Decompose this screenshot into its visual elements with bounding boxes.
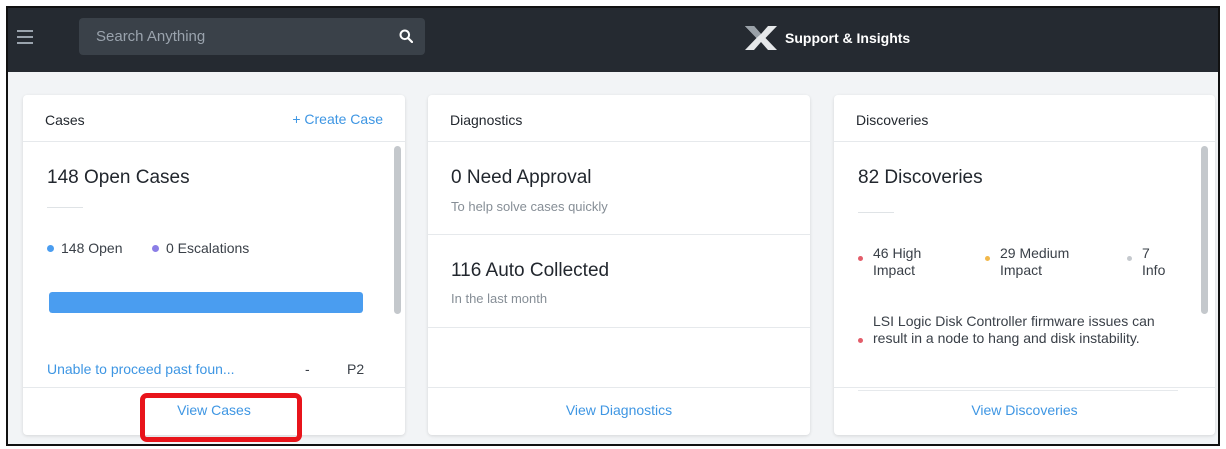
diagnostics-card-title: Diagnostics — [450, 112, 523, 128]
discoveries-card: Discoveries 82 Discoveries 46 High Impac… — [834, 95, 1215, 435]
diagnostics-card-footer: View Diagnostics — [428, 387, 810, 435]
info-legend: 7 Info — [1127, 245, 1165, 279]
app-window: Support & Insights Cases + Create Case 1… — [6, 6, 1220, 446]
cases-card: Cases + Create Case 148 Open Cases 148 O… — [23, 95, 405, 435]
headline-divider — [858, 212, 894, 213]
hamburger-menu-icon[interactable] — [17, 30, 33, 44]
escalations-dot-icon — [152, 244, 159, 252]
brand: Support & Insights — [745, 25, 910, 51]
case-priority: P2 — [347, 361, 365, 377]
search-box[interactable] — [79, 18, 425, 55]
section-divider — [428, 327, 810, 328]
open-legend: 148 Open — [47, 240, 123, 256]
issue-severity-dot-icon — [858, 338, 863, 343]
escalations-count-label: 0 Escalations — [166, 240, 250, 256]
headline-divider — [47, 207, 83, 208]
discoveries-card-title: Discoveries — [856, 112, 929, 128]
medium-impact-label: Impact — [1000, 262, 1043, 278]
discoveries-scrollbar[interactable] — [1201, 146, 1208, 314]
open-dot-icon — [47, 244, 54, 252]
open-cases-progress-fill — [49, 292, 363, 313]
search-icon[interactable] — [399, 29, 413, 43]
escalations-legend: 0 Escalations — [152, 240, 249, 256]
discovery-list-item[interactable]: LSI Logic Disk Controller firmware issue… — [858, 313, 1188, 347]
discoveries-headline: 82 Discoveries — [858, 167, 983, 188]
open-count-label: 148 Open — [61, 240, 123, 256]
info-count: 7 — [1142, 245, 1150, 261]
x-logo-icon — [745, 26, 777, 50]
brand-title: Support & Insights — [785, 30, 911, 46]
cases-card-header: Cases + Create Case — [23, 95, 405, 142]
case-title-link[interactable]: Unable to proceed past foun... — [47, 361, 235, 377]
view-diagnostics-link[interactable]: View Diagnostics — [566, 402, 672, 418]
cases-card-title: Cases — [45, 112, 85, 128]
section-divider — [428, 234, 810, 235]
cases-card-footer: View Cases — [23, 387, 405, 435]
high-impact-legend: 46 High Impact — [858, 245, 921, 279]
top-navigation-bar: Support & Insights — [8, 8, 1218, 72]
high-impact-dot-icon — [858, 256, 863, 261]
view-discoveries-link[interactable]: View Discoveries — [971, 402, 1077, 418]
discoveries-card-header: Discoveries — [834, 95, 1215, 142]
cases-scrollbar[interactable] — [394, 146, 401, 314]
diagnostics-card: Diagnostics 0 Need Approval To help solv… — [428, 95, 810, 435]
diagnostics-card-header: Diagnostics — [428, 95, 810, 142]
auto-collected-subtitle: In the last month — [451, 291, 548, 306]
create-case-link[interactable]: + Create Case — [292, 111, 383, 127]
discoveries-card-footer: View Discoveries — [834, 387, 1215, 435]
search-input[interactable] — [79, 18, 425, 55]
auto-collected-headline: 116 Auto Collected — [451, 260, 610, 281]
high-impact-label: Impact — [873, 262, 916, 278]
medium-impact-count: 29 Medium — [1000, 245, 1070, 261]
info-label: Info — [1142, 262, 1166, 278]
open-cases-progress-bar — [49, 292, 363, 313]
open-cases-headline: 148 Open Cases — [47, 167, 190, 188]
discovery-issue-text[interactable]: LSI Logic Disk Controller firmware issue… — [873, 313, 1188, 347]
view-cases-link[interactable]: View Cases — [177, 402, 251, 418]
need-approval-headline: 0 Need Approval — [451, 167, 592, 188]
need-approval-subtitle: To help solve cases quickly — [451, 199, 608, 214]
medium-impact-dot-icon — [985, 256, 990, 261]
high-impact-count: 46 High — [873, 245, 922, 261]
info-dot-icon — [1127, 256, 1132, 261]
case-dash: - — [305, 361, 310, 377]
medium-impact-legend: 29 Medium Impact — [985, 245, 1069, 279]
